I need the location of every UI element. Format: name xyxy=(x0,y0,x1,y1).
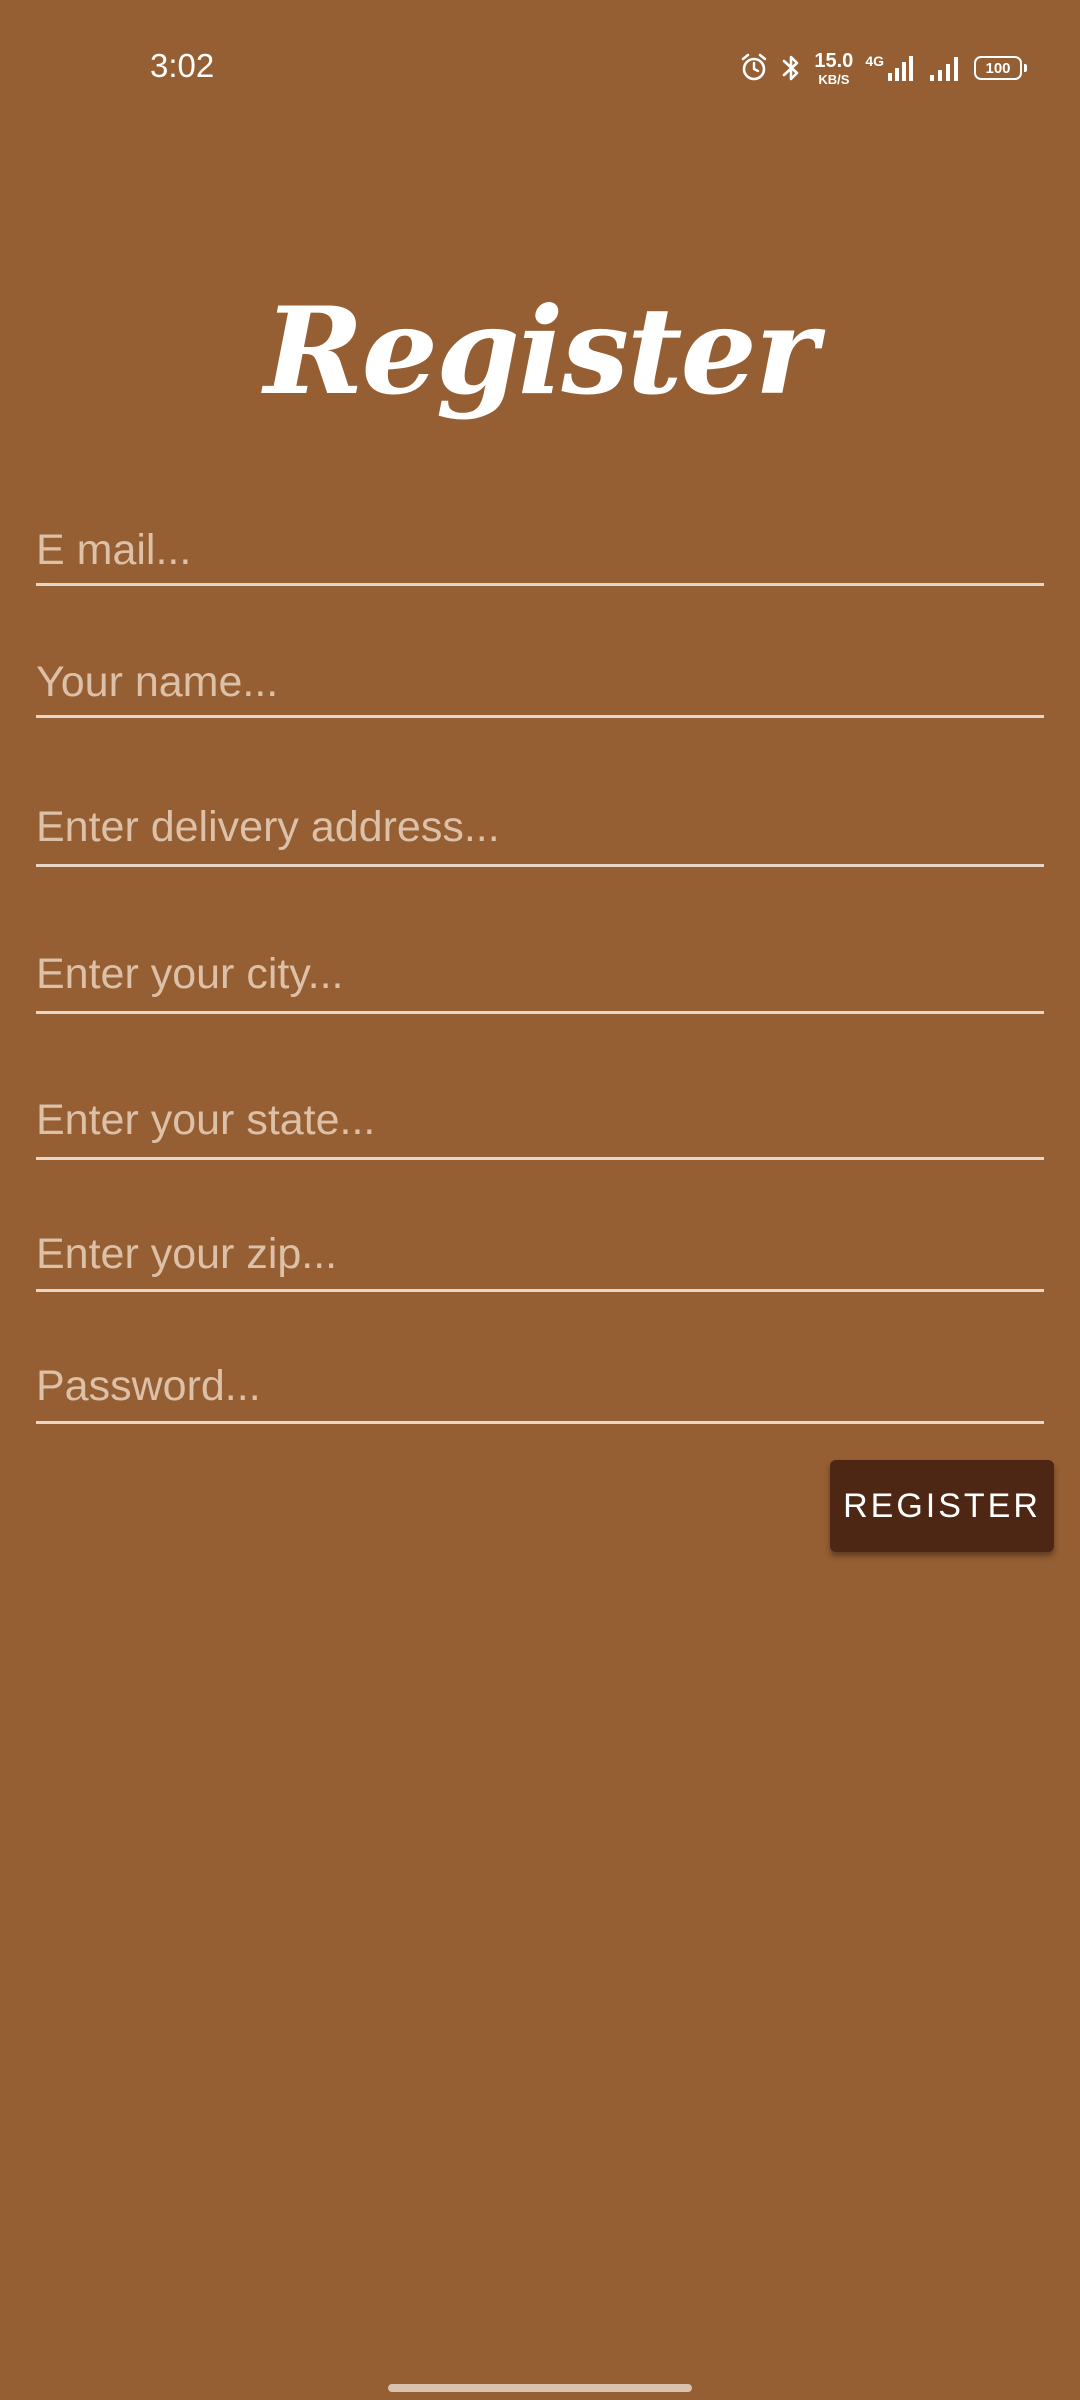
name-input[interactable] xyxy=(36,652,1044,712)
city-field xyxy=(36,932,1044,1014)
register-screen: 3:02 15.0 KB/S 4G 100 Register E mail...… xyxy=(0,0,1080,2400)
address-field xyxy=(36,785,1044,867)
alarm-icon xyxy=(740,53,768,83)
network-speed-unit: KB/S xyxy=(818,71,850,87)
zip-field xyxy=(36,1224,1044,1292)
password-input[interactable] xyxy=(36,1356,1044,1416)
password-field xyxy=(36,1356,1044,1424)
signal-icon xyxy=(928,54,962,82)
email-field xyxy=(36,520,1044,586)
email-input[interactable] xyxy=(36,520,1044,580)
zip-input[interactable] xyxy=(36,1224,1044,1284)
address-input[interactable] xyxy=(36,797,1044,857)
signal-4g-icon: 4G xyxy=(865,54,916,82)
network-speed-value: 15.0 xyxy=(814,49,854,72)
network-type-label: 4G xyxy=(865,53,884,69)
battery-icon: 100 xyxy=(974,56,1027,80)
status-icons: 15.0 KB/S 4G 100 xyxy=(740,48,1027,88)
register-button[interactable]: REGISTER xyxy=(830,1460,1054,1552)
network-speed: 15.0 KB/S xyxy=(814,51,853,86)
bluetooth-icon xyxy=(780,53,802,83)
state-input[interactable] xyxy=(36,1090,1044,1150)
state-field xyxy=(36,1078,1044,1160)
page-title: Register xyxy=(263,281,818,422)
home-indicator[interactable] xyxy=(388,2384,692,2392)
status-bar: 3:02 15.0 KB/S 4G 100 xyxy=(0,0,1080,136)
city-input[interactable] xyxy=(36,944,1044,1004)
status-time: 3:02 xyxy=(150,47,215,84)
name-field xyxy=(36,652,1044,718)
